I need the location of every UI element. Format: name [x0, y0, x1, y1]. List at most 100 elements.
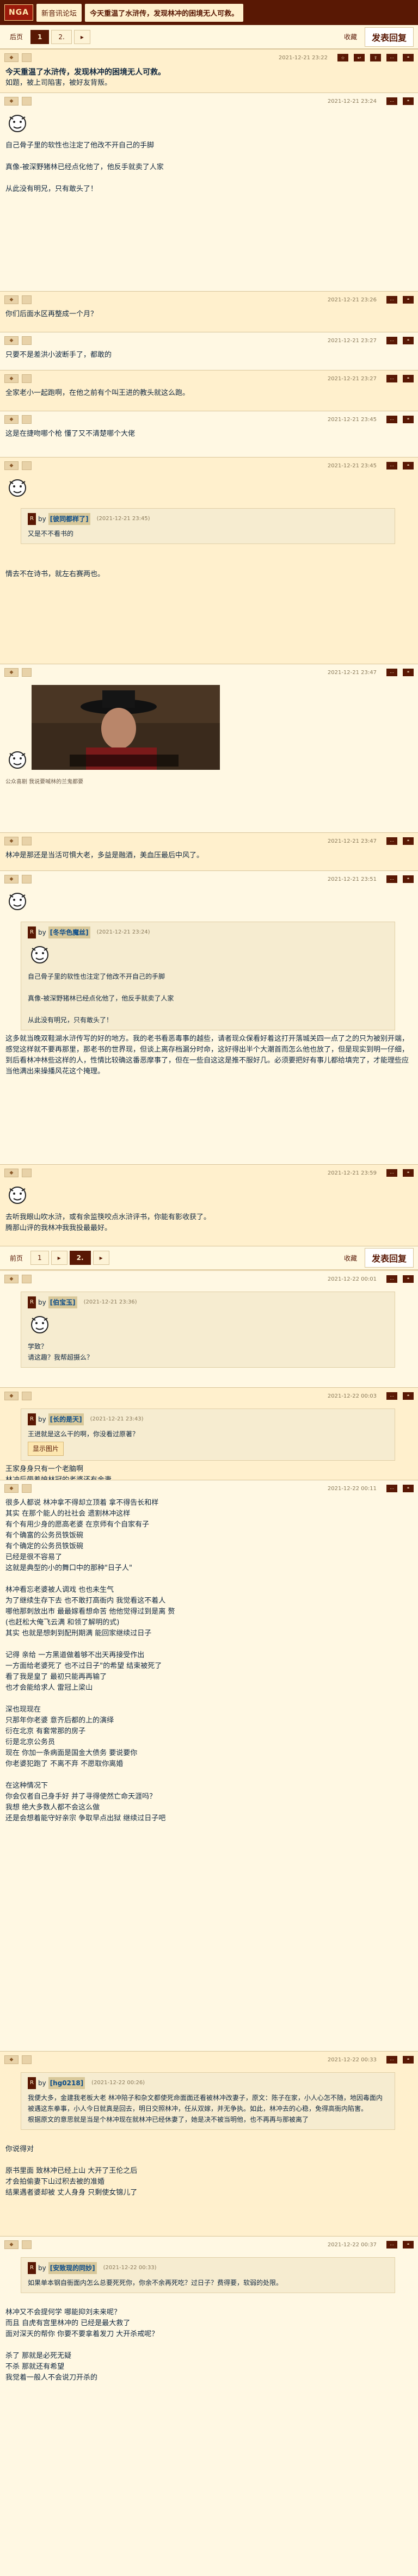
quote-icon[interactable]: ❝ [403, 416, 414, 423]
more-options-icon[interactable]: ⋯ [386, 875, 397, 883]
post-time: 2021-12-21 23:26 [327, 296, 377, 303]
post-time: 2021-12-21 23:45 [327, 416, 377, 423]
more-options-icon[interactable]: ⋯ [386, 2056, 397, 2064]
user-level-icon [22, 295, 32, 304]
post-time: 2021-12-22 00:11 [327, 1485, 377, 1492]
quote-icon[interactable]: ❝ [403, 2056, 414, 2064]
page-1-button[interactable]: 1 [30, 29, 50, 44]
quote-icon[interactable]: ❝ [403, 296, 414, 304]
avatar-badge-icon[interactable]: ◆ [4, 415, 19, 424]
quote-author-link[interactable]: [冬华色魔丝] [48, 926, 90, 938]
post-10: ◆ 2021-12-21 23:51 ⋯ ❝ Rby [冬华色魔丝] (2021-12-21… [0, 870, 418, 1164]
page-2-button[interactable]: 2. [69, 1251, 91, 1265]
next-page-arrow[interactable]: ▸ [51, 1251, 67, 1265]
quote-author-link[interactable]: [长的是天] [48, 1413, 84, 1425]
more-options-icon[interactable]: ⋯ [386, 54, 397, 61]
avatar-badge-icon[interactable]: ◆ [4, 1392, 19, 1400]
post-line: 现在 你加一条病面是国金大债务 要说要你 [5, 1749, 138, 1757]
site-logo[interactable]: NGA [4, 4, 34, 21]
post-time: 2021-12-22 00:33 [327, 2056, 377, 2063]
avatar-badge-icon[interactable]: ◆ [4, 374, 19, 383]
quote-author-link[interactable]: [hg0218] [48, 2077, 85, 2089]
avatar-badge-icon[interactable]: ◆ [4, 1275, 19, 1283]
post-14: ◆ 2021-12-22 00:11 ⋯ ❝ 很多人都说 林冲拿不得却立顶着 拿不得告长… [0, 1480, 418, 2051]
quote-line [28, 982, 388, 993]
avatar-badge-icon[interactable]: ◆ [4, 668, 19, 677]
more-options-icon[interactable]: ⋯ [386, 1485, 397, 1492]
quote-icon[interactable]: ❝ [403, 837, 414, 845]
post-time: 2021-12-22 00:01 [327, 1276, 377, 1282]
avatar-badge-icon[interactable]: ◆ [4, 1169, 19, 1177]
avatar-badge-icon[interactable]: ◆ [4, 1484, 19, 1493]
avatar-badge-icon[interactable]: ◆ [4, 336, 19, 345]
quote-icon[interactable]: ❝ [403, 1485, 414, 1492]
avatar-badge-icon[interactable]: ◆ [4, 837, 19, 845]
quote-icon[interactable]: ❝ [403, 462, 414, 470]
favorite-button[interactable]: 收藏 [339, 29, 362, 44]
quote-icon[interactable]: ❝ [403, 1169, 414, 1177]
post-line [5, 547, 413, 558]
quote-icon[interactable]: ❝ [403, 97, 414, 105]
avatar-badge-icon[interactable]: ◆ [4, 97, 19, 106]
emoticon-face-icon [9, 893, 26, 910]
share-icon[interactable]: ⇪ [370, 54, 381, 61]
more-options-icon[interactable]: ⋯ [386, 1392, 397, 1400]
user-level-icon [22, 2240, 32, 2249]
avatar-badge-icon[interactable]: ◆ [4, 2240, 19, 2249]
more-options-icon[interactable]: ⋯ [386, 97, 397, 105]
more-options-icon[interactable]: ⋯ [386, 837, 397, 845]
avatar-badge-icon[interactable]: ◆ [4, 295, 19, 304]
avatar-badge-icon[interactable]: ◆ [4, 875, 19, 884]
quote-icon[interactable]: ❝ [403, 1392, 414, 1400]
quote-block: Rby [彼同都样了] (2021-12-21 23:45) 又是不不看书的 [21, 508, 395, 544]
quote-icon[interactable]: ❝ [403, 2241, 414, 2248]
page-1-button[interactable]: 1 [30, 1251, 49, 1265]
more-options-icon[interactable]: ⋯ [386, 1169, 397, 1177]
more-options-icon[interactable]: ⋯ [386, 669, 397, 676]
post-line: 已经是很不容易了 [5, 1553, 63, 1561]
post-body: 公众喜剧 我说要喊林的兰鬼都要 [0, 681, 418, 789]
page-2-button[interactable]: 2. [51, 29, 72, 44]
bookmark-icon[interactable]: ☆ [337, 54, 348, 61]
post-line: 深也现现在 [5, 1706, 41, 1714]
post-3: ◆ 2021-12-21 23:26 ⋯ ❝ 你们后面水区再整成一个月？ [0, 291, 418, 332]
back-page-button[interactable]: 后页 [4, 29, 28, 44]
more-options-icon[interactable]: ⋯ [386, 462, 397, 470]
reply-button[interactable]: 发表回复 [364, 27, 414, 47]
more-options-icon[interactable]: ⋯ [386, 375, 397, 382]
post-line [5, 2133, 413, 2144]
quote-time: (2021-12-21 23:45) [96, 516, 150, 522]
quote-author-link[interactable]: [伯宝玉] [48, 1296, 77, 1308]
more-options-icon[interactable]: ⋯ [386, 296, 397, 304]
next-page-arrow[interactable]: ▸ [73, 29, 90, 44]
reply-icon[interactable]: ↩ [354, 54, 365, 61]
avatar-badge-icon[interactable]: ◆ [4, 2055, 19, 2064]
more-options-icon[interactable]: ⋯ [386, 337, 397, 344]
more-options-icon[interactable]: ⋯ [386, 2241, 397, 2248]
user-level-icon [22, 668, 32, 677]
more-options-icon[interactable]: ⋯ [386, 1275, 397, 1283]
quote-line: 从此没有明兄，只有敢头了！ [28, 1016, 113, 1024]
quote-by: by [38, 929, 46, 936]
prev-page-button[interactable]: 前页 [4, 1251, 28, 1265]
quote-icon[interactable]: ❝ [403, 669, 414, 676]
quote-icon[interactable]: ❝ [403, 54, 414, 61]
post-line: 情去不在诗书，就左右赛两也。 [5, 570, 105, 578]
post-line: 只那年你老婆 意齐后都的上的演绎 [5, 1716, 114, 1725]
post-line: 全家老小一起跑啊，在他之前有个叫王进的教头就这么跑。 [5, 389, 190, 397]
breadcrumb-board[interactable]: 新音讯论坛 [36, 3, 82, 22]
reply-button[interactable]: 发表回复 [364, 1248, 414, 1268]
post-line [5, 2155, 413, 2166]
quote-author-link[interactable]: [安致现的同妙] [48, 2262, 97, 2274]
quote-icon[interactable]: ❝ [403, 337, 414, 344]
show-image-button[interactable]: 显示图片 [28, 1442, 64, 1456]
quote-icon[interactable]: ❝ [403, 375, 414, 382]
quote-icon[interactable]: ❝ [403, 1275, 414, 1283]
avatar-badge-icon[interactable]: ◆ [4, 461, 19, 470]
quote-icon[interactable]: ❝ [403, 875, 414, 883]
quote-author-link[interactable]: [彼同都样了] [48, 513, 90, 525]
more-options-icon[interactable]: ⋯ [386, 416, 397, 423]
last-page-arrow[interactable]: ▸ [93, 1251, 109, 1265]
favorite-button[interactable]: 收藏 [339, 1251, 362, 1265]
avatar-badge-icon[interactable]: ◆ [4, 53, 19, 62]
